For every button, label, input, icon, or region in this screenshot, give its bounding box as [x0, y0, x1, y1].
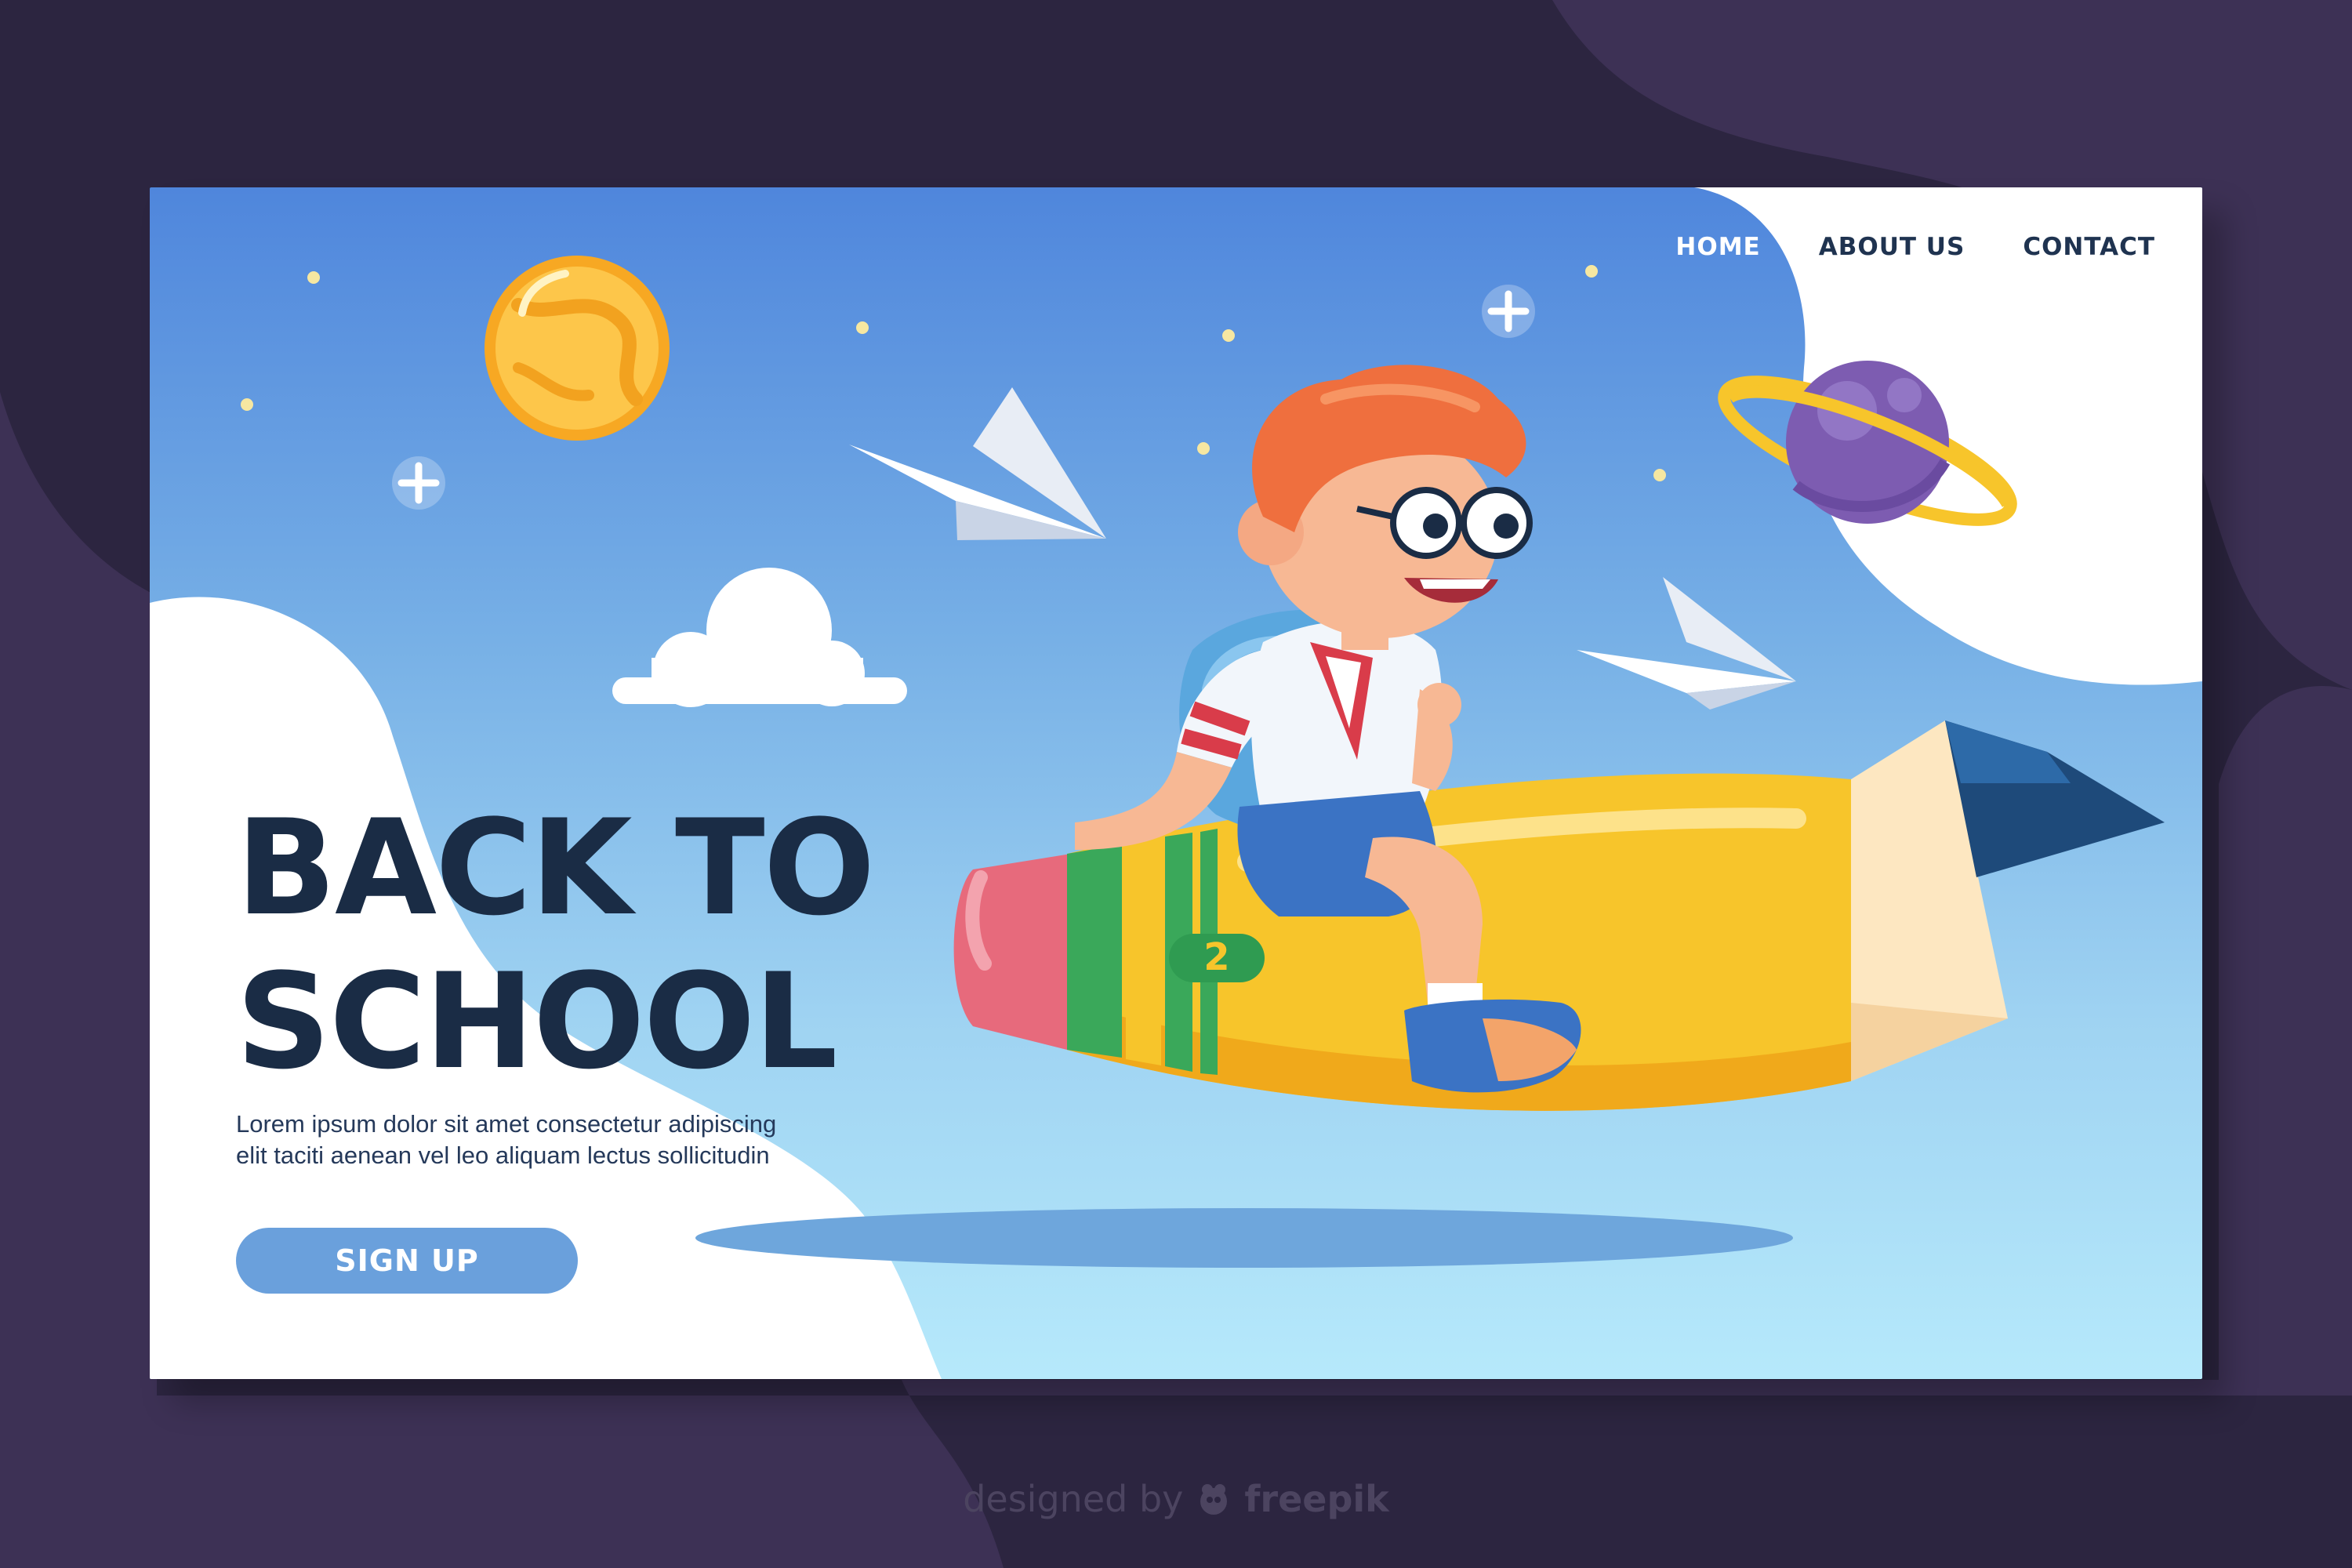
card-illustration: 2: [150, 187, 2202, 1379]
sparkle-icon: [1482, 285, 1535, 338]
hero-description-line: elit taciti aenean vel leo aliquam lectu…: [236, 1142, 770, 1169]
hero-title: BACK TO SCHOOL: [236, 791, 875, 1098]
paper-plane-icon: [1577, 577, 1796, 710]
hero-title-line: SCHOOL: [236, 945, 838, 1098]
designer-credit: designed by freepik: [0, 1478, 2352, 1520]
nav-about-us-link[interactable]: ABOUT US: [1819, 233, 1965, 261]
nav-contact-link[interactable]: CONTACT: [2023, 233, 2155, 261]
credit-prefix: designed by: [963, 1478, 1184, 1520]
nav-home-link[interactable]: HOME: [1675, 233, 1760, 261]
hero-description-line: Lorem ipsum dolor sit amet consectetur a…: [236, 1110, 777, 1138]
hero-title-line: BACK TO: [236, 791, 875, 945]
planet-icon: [485, 256, 670, 441]
main-nav: HOME ABOUT US CONTACT: [1675, 233, 2155, 261]
freepik-logo-icon: [1200, 1484, 1228, 1515]
sparkle-icon: [392, 456, 445, 510]
landing-card: 2 HOME ABOUT US CONTACT BACK TO SCHOOL L…: [150, 187, 2202, 1379]
cloud-icon: [612, 568, 907, 707]
credit-brand: freepik: [1244, 1478, 1389, 1520]
pencil-number: 2: [1203, 935, 1229, 979]
paper-plane-icon: [849, 387, 1106, 540]
sign-up-button[interactable]: SIGN UP: [236, 1228, 578, 1294]
pencil-shadow: [695, 1208, 1793, 1268]
hero-description: Lorem ipsum dolor sit amet consectetur a…: [236, 1109, 863, 1171]
